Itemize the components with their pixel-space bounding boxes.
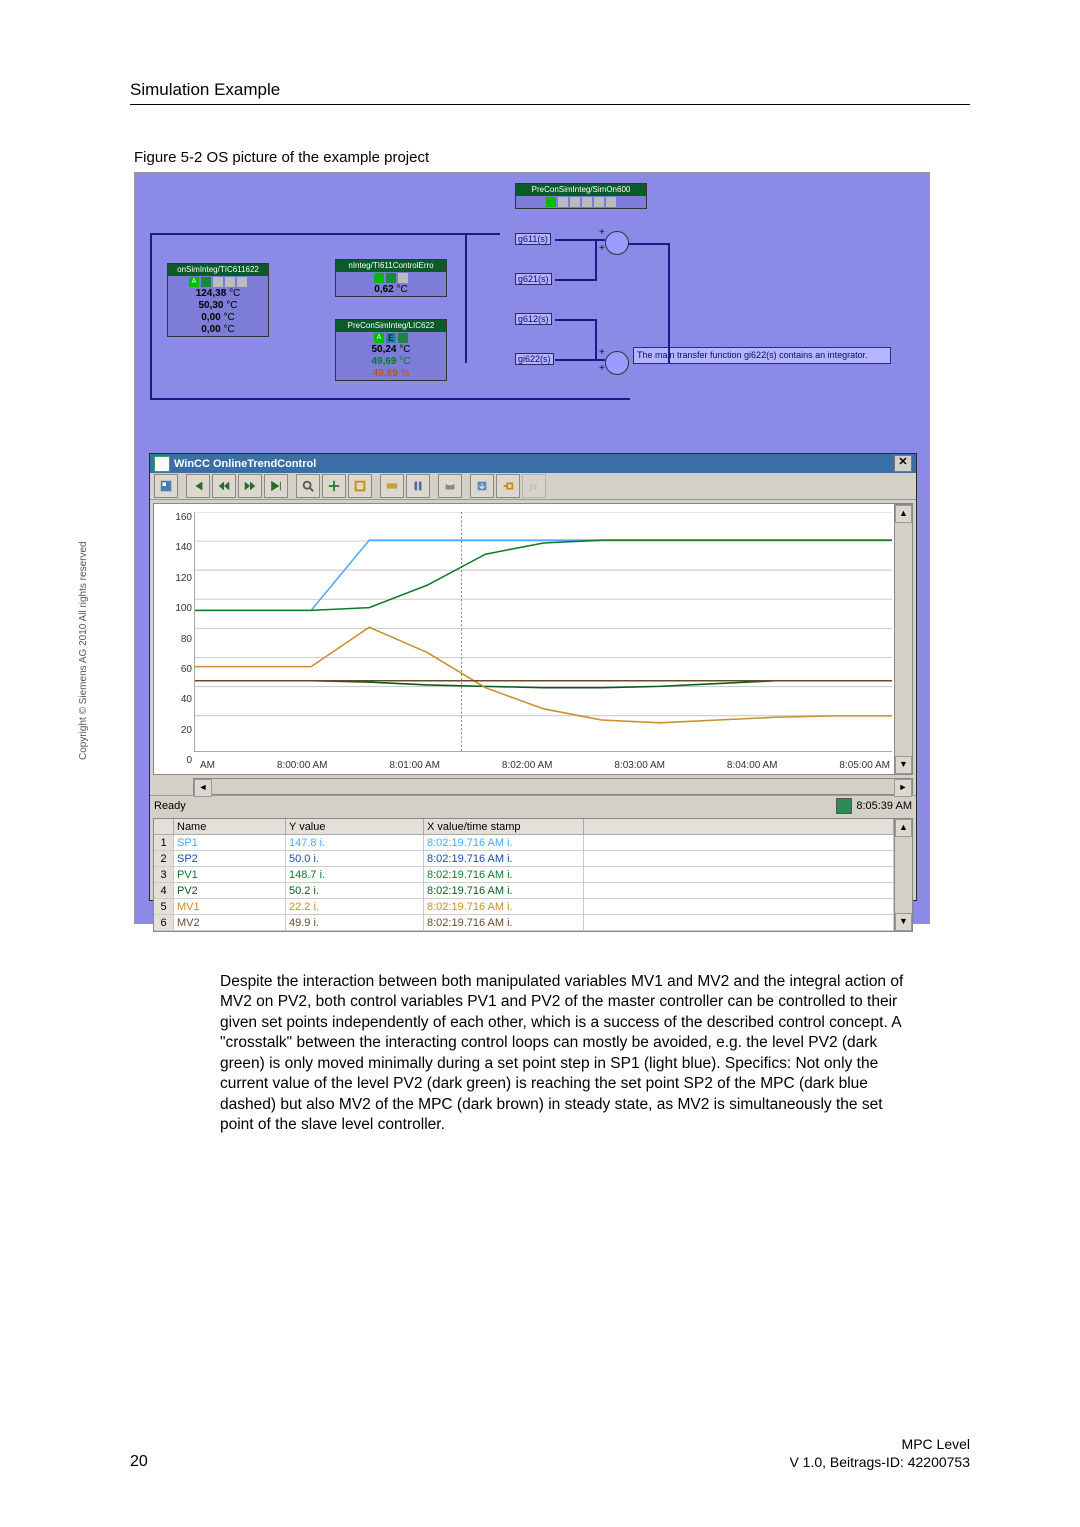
footer-version: V 1.0, Beitrags-ID: 42200753 <box>789 1453 970 1471</box>
simon-faceplate[interactable]: PreConSimInteg/SimOn600 <box>515 183 647 209</box>
status-time: 8:05:39 AM <box>856 800 912 812</box>
table-row[interactable]: 6MV249.9 i.8:02:19.716 AM i. <box>154 915 894 931</box>
simon-icons <box>516 196 646 208</box>
config-button[interactable] <box>154 474 178 498</box>
scroll-right-icon[interactable]: ► <box>894 779 912 797</box>
page-footer: 20 MPC Level V 1.0, Beitrags-ID: 4220075… <box>130 1435 970 1471</box>
process-diagram: PreConSimInteg/SimOn600 onSimInteg/TIC61… <box>135 173 927 443</box>
lic-v3: 49,89 % <box>336 368 446 380</box>
table-row[interactable]: 4PV250.2 i.8:02:19.716 AM i. <box>154 883 894 899</box>
scroll-up-icon[interactable]: ▲ <box>895 819 912 837</box>
trend-app-icon <box>154 456 170 472</box>
svg-text:∫α: ∫α <box>529 482 537 492</box>
tic-v3: 0,00 °C <box>168 312 268 324</box>
tic-v2: 50,30 °C <box>168 300 268 312</box>
page-number: 20 <box>130 1453 148 1471</box>
scroll-down-icon[interactable]: ▼ <box>895 756 912 774</box>
forward-button[interactable] <box>238 474 262 498</box>
close-icon[interactable]: ✕ <box>894 455 912 472</box>
stats-button: ∫α <box>522 474 546 498</box>
table-row[interactable]: 5MV122.2 i.8:02:19.716 AM i. <box>154 899 894 915</box>
zoom-button[interactable] <box>296 474 320 498</box>
ctrlerr-faceplate[interactable]: nInteg/TI611ControlErro 0,62 °C <box>335 259 447 297</box>
table-row[interactable]: 2SP250.0 i.8:02:19.716 AM i. <box>154 851 894 867</box>
lic-faceplate[interactable]: PreConSimInteg/LIC622 AE 50,24 °C 49,69 … <box>335 319 447 381</box>
trend-plot[interactable]: 160140120100806040200 AM8:00:00 AM8:01:0… <box>153 503 913 775</box>
scroll-down-icon[interactable]: ▼ <box>895 913 912 931</box>
footer-product: MPC Level <box>789 1435 970 1453</box>
header-rule <box>130 104 970 105</box>
plot-area <box>194 512 892 752</box>
zoom-area-button[interactable] <box>322 474 346 498</box>
first-button[interactable] <box>186 474 210 498</box>
tag-g621: g621(s) <box>515 273 552 285</box>
x-axis: AM8:00:00 AM8:01:00 AM8:02:00 AM8:03:00 … <box>200 760 890 771</box>
plot-hscroll[interactable]: ◄ ► <box>193 778 913 795</box>
scroll-left-icon[interactable]: ◄ <box>194 779 212 797</box>
table-vscroll[interactable]: ▲ ▼ <box>894 819 912 931</box>
plus-icon: + <box>599 347 605 358</box>
tic-faceplate[interactable]: onSimInteg/TIC611622 A 124,38 °C 50,30 °… <box>167 263 269 337</box>
body-paragraph: Despite the interaction between both man… <box>220 972 920 1136</box>
lic-title: PreConSimInteg/LIC622 <box>336 320 446 332</box>
table-header: Name Y value X value/time stamp <box>154 819 894 835</box>
print-button[interactable] <box>438 474 462 498</box>
plus-icon: + <box>599 227 605 238</box>
tag-gi622: gi622(s) <box>515 353 554 365</box>
section-header: Simulation Example <box>130 80 970 100</box>
tic-v1: 124,38 °C <box>168 288 268 300</box>
trend-title-text: WinCC OnlineTrendControl <box>174 458 894 470</box>
connect-button[interactable] <box>496 474 520 498</box>
simon-title: PreConSimInteg/SimOn600 <box>516 184 646 196</box>
plot-vscroll[interactable]: ▲ ▼ <box>894 504 913 775</box>
plus-icon: + <box>599 363 605 374</box>
tic-title: onSimInteg/TIC611622 <box>168 264 268 276</box>
plus-icon: + <box>599 243 605 254</box>
status-bar: Ready 8:05:39 AM <box>150 795 916 816</box>
tag-g612: g612(s) <box>515 313 552 325</box>
trend-window: WinCC OnlineTrendControl ✕ <box>149 453 917 901</box>
tag-g611: g611(s) <box>515 233 551 245</box>
export-button[interactable] <box>470 474 494 498</box>
trend-titlebar[interactable]: WinCC OnlineTrendControl ✕ <box>150 454 916 473</box>
sum-node-bot <box>605 351 629 375</box>
status-text: Ready <box>154 800 836 812</box>
table-row[interactable]: 1SP1147.8 i.8:02:19.716 AM i. <box>154 835 894 851</box>
zoom-reset-button[interactable] <box>348 474 372 498</box>
rewind-button[interactable] <box>212 474 236 498</box>
ctrlerr-v1: 0,62 °C <box>336 284 446 296</box>
table-row[interactable]: 3PV1148.7 i.8:02:19.716 AM i. <box>154 867 894 883</box>
online-icon <box>836 798 852 814</box>
lic-v1: 50,24 °C <box>336 344 446 356</box>
os-picture: PreConSimInteg/SimOn600 onSimInteg/TIC61… <box>134 172 930 924</box>
ruler-button[interactable] <box>380 474 404 498</box>
trend-toolbar: ∫α <box>150 473 916 500</box>
sum-node-top <box>605 231 629 255</box>
lic-v2: 49,69 °C <box>336 356 446 368</box>
copyright-text: Copyright © Siemens AG 2010 All rights r… <box>78 541 89 760</box>
value-table: Name Y value X value/time stamp 1SP1147.… <box>153 818 913 932</box>
tic-v4: 0,00 °C <box>168 324 268 336</box>
ctrlerr-title: nInteg/TI611ControlErro <box>336 260 446 272</box>
scroll-up-icon[interactable]: ▲ <box>895 505 912 523</box>
figure-caption: Figure 5-2 OS picture of the example pro… <box>134 149 970 166</box>
integrator-note: The main transfer function gi622(s) cont… <box>633 347 891 364</box>
last-button[interactable] <box>264 474 288 498</box>
y-axis: 160140120100806040200 <box>154 504 194 774</box>
pause-button[interactable] <box>406 474 430 498</box>
